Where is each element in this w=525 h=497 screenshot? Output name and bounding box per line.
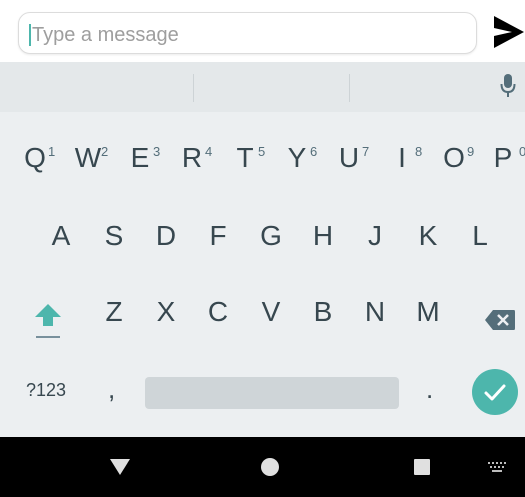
space-bar[interactable] [145,377,399,409]
key-r[interactable]: R4 [172,138,212,178]
nav-recents-icon[interactable] [414,459,430,475]
key-number-hint: 1 [48,144,56,159]
key-number-hint: 8 [415,144,423,159]
message-input[interactable]: Type a message [18,12,477,54]
key-w[interactable]: W2 [68,138,108,178]
enter-key[interactable] [472,369,518,415]
suggestion-strip [0,62,525,112]
key-n[interactable]: N [355,292,395,332]
key-d[interactable]: D [146,216,186,256]
period-key[interactable]: . [426,374,433,405]
comma-key[interactable]: , [108,374,115,405]
key-i[interactable]: I8 [382,138,422,178]
text-cursor [29,24,31,46]
key-f[interactable]: F [198,216,238,256]
key-z[interactable]: Z [94,292,134,332]
key-b[interactable]: B [303,292,343,332]
key-u[interactable]: U7 [329,138,369,178]
suggestion-divider [349,74,350,102]
send-icon[interactable] [490,12,525,52]
keyboard-switch-icon[interactable] [487,461,509,473]
key-y[interactable]: Y6 [277,138,318,178]
key-number-hint: 3 [153,144,161,159]
nav-home-icon[interactable] [261,458,279,476]
key-number-hint: 9 [467,144,475,159]
key-number-hint: 7 [362,144,370,159]
key-c[interactable]: C [198,292,238,332]
key-q[interactable]: Q1 [15,138,55,178]
key-t[interactable]: T5 [225,138,265,178]
mic-icon[interactable] [500,72,516,102]
navigation-bar [0,437,525,497]
enter-check-icon [484,384,506,401]
shift-icon[interactable] [33,302,63,342]
key-g[interactable]: G [251,216,291,256]
suggestion-divider [193,74,194,102]
backspace-icon[interactable] [484,308,516,332]
key-m[interactable]: M [408,292,448,332]
key-h[interactable]: H [303,216,343,256]
key-x[interactable]: X [146,292,186,332]
key-v[interactable]: V [251,292,291,332]
key-number-hint: 0 [519,144,525,159]
key-number-hint: 2 [101,144,109,159]
symbols-key[interactable]: ?123 [26,378,66,402]
key-s[interactable]: S [94,216,134,256]
key-j[interactable]: J [355,216,395,256]
nav-back-icon[interactable] [109,457,131,477]
key-number-hint: 4 [205,144,213,159]
key-number-hint: 5 [258,144,266,159]
key-o[interactable]: O9 [434,138,474,178]
message-placeholder: Type a message [32,24,179,46]
key-a[interactable]: A [41,216,81,256]
key-p[interactable]: P0 [483,138,525,178]
compose-bar: Type a message [0,0,525,62]
key-l[interactable]: L [460,216,500,256]
keyboard: Q1 W2 E3 R4 T5 Y6 U7 I8 O9 P0 A S D F G … [0,112,525,437]
key-k[interactable]: K [408,216,448,256]
key-number-hint: 6 [310,144,318,159]
key-e[interactable]: E3 [120,138,161,178]
